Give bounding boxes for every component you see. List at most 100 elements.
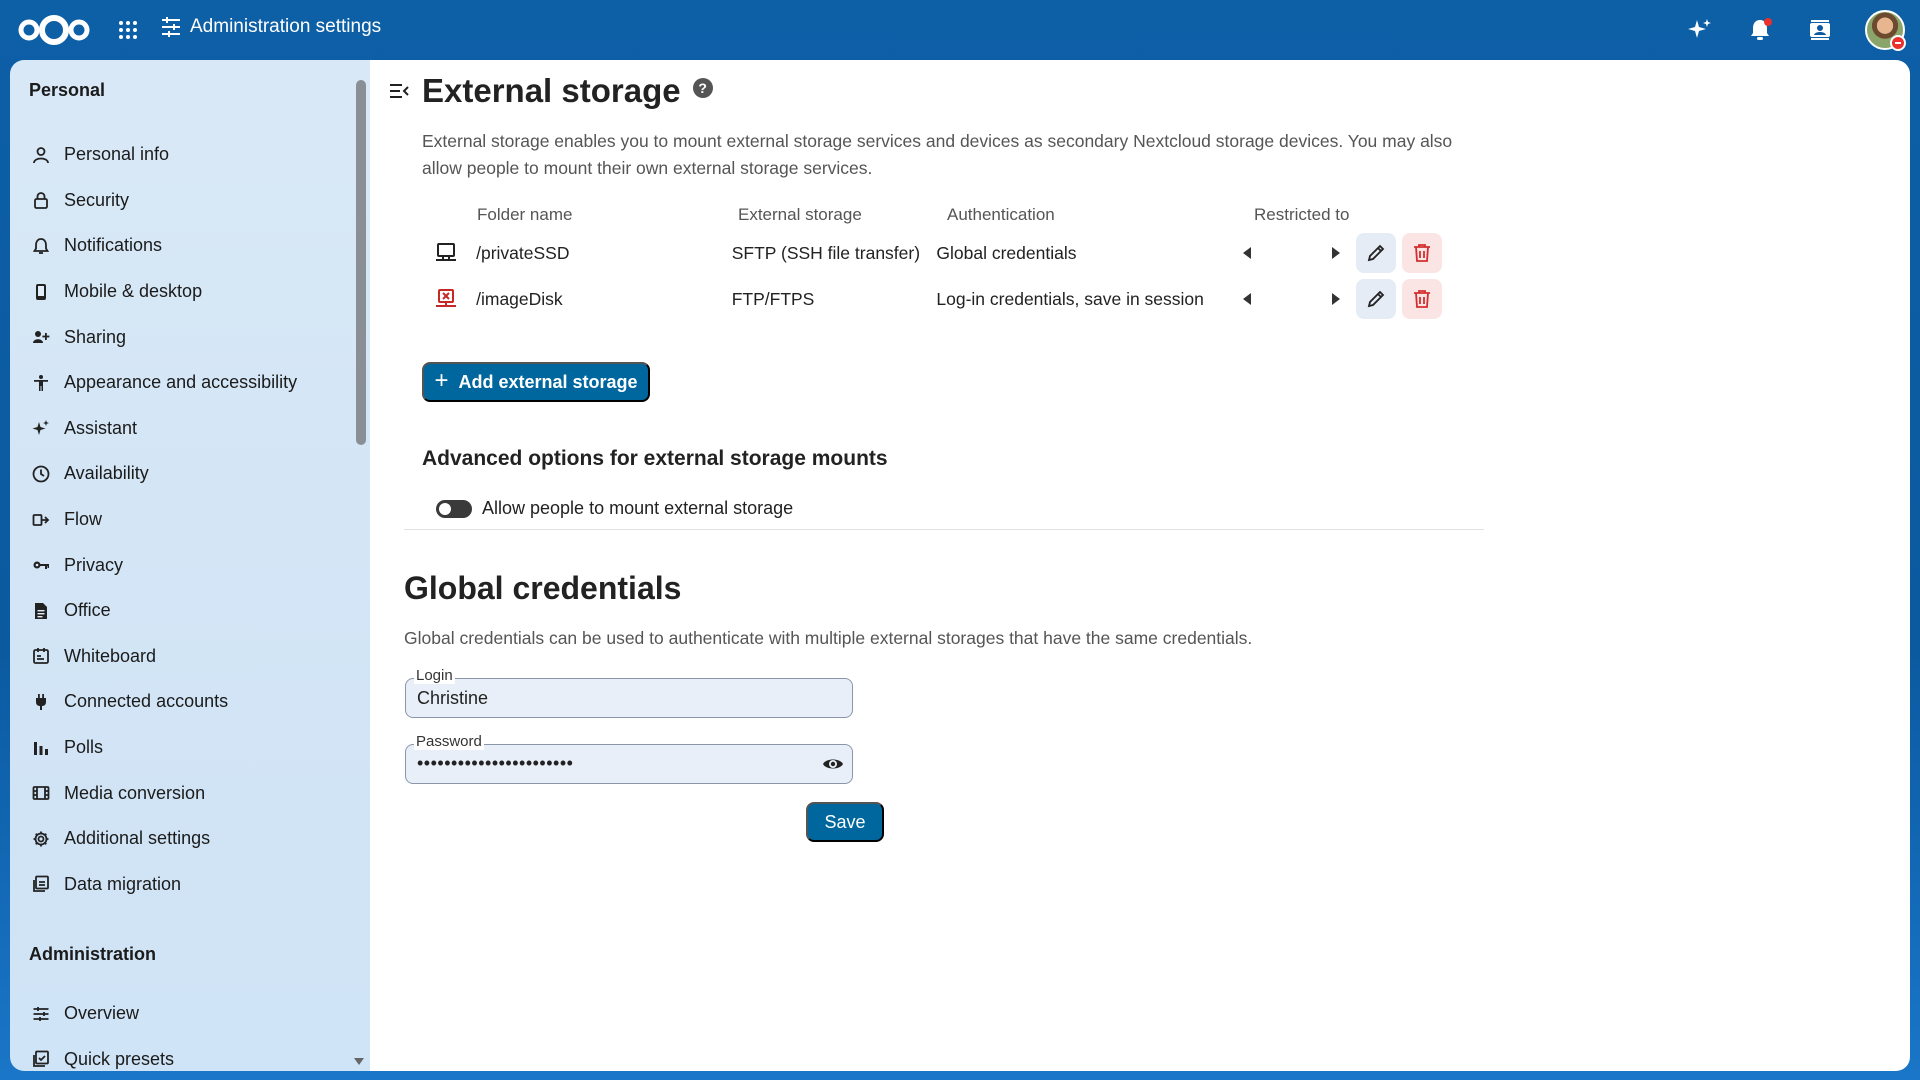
triangle-right-icon[interactable] <box>1331 293 1340 305</box>
login-label: Login <box>414 667 455 684</box>
edit-button[interactable] <box>1355 233 1396 273</box>
password-field[interactable]: Password ••••••••••••••••••••••• <box>405 734 853 784</box>
nextcloud-logo[interactable] <box>16 12 92 48</box>
apps-grid-icon[interactable] <box>118 20 138 40</box>
sidebar-item-assistant[interactable]: Assistant <box>20 406 350 452</box>
sidebar-item-additional-settings[interactable]: Additional settings <box>20 816 350 862</box>
sidebar-item-label: Office <box>64 600 111 621</box>
scroll-down-arrow[interactable] <box>354 1058 364 1065</box>
assistant-sparkle-icon <box>1688 19 1711 38</box>
sidebar-item-mobile-desktop[interactable]: Mobile & desktop <box>20 269 350 315</box>
sidebar-item-label: Additional settings <box>64 828 211 849</box>
sidebar-item-label: Mobile & desktop <box>64 281 203 302</box>
lock-icon <box>32 191 50 210</box>
sidebar-item-personal-info[interactable]: Personal info <box>20 132 350 178</box>
advanced-options-heading: Advanced options for external storage mo… <box>422 447 888 470</box>
settings-sidebar: Personal Personal info Security Notifica… <box>10 60 370 1071</box>
sidebar-item-availability[interactable]: Availability <box>20 451 350 497</box>
assistant-button[interactable] <box>1670 0 1730 60</box>
add-external-storage-label: Add external storage <box>458 371 638 392</box>
whiteboard-icon <box>32 647 50 665</box>
sidebar-item-security[interactable]: Security <box>20 178 350 224</box>
presets-icon <box>32 1050 50 1068</box>
bell-icon <box>32 237 50 255</box>
allow-mount-label: Allow people to mount external storage <box>482 498 794 518</box>
sidebar-item-appearance[interactable]: Appearance and accessibility <box>20 360 350 406</box>
clock-icon <box>32 465 50 483</box>
user-menu-button[interactable] <box>1850 0 1920 60</box>
sidebar-item-office[interactable]: Office <box>20 588 350 634</box>
header-app-link[interactable]: Administration settings <box>160 16 381 38</box>
contacts-icon <box>1810 20 1830 40</box>
film-icon <box>32 784 50 802</box>
restricted-to-cell[interactable] <box>1237 247 1356 259</box>
restricted-to-cell[interactable] <box>1237 293 1356 305</box>
table-row: /imageDisk FTP/FTPS Log-in credentials, … <box>422 276 1442 322</box>
sidebar-heading-personal: Personal <box>29 80 106 100</box>
save-button[interactable]: Save <box>806 802 884 842</box>
status-dnd-badge <box>1890 35 1906 51</box>
sidebar-item-connected-accounts[interactable]: Connected accounts <box>20 679 350 725</box>
sidebar-scrollbar[interactable] <box>356 80 366 445</box>
password-label: Password <box>414 733 484 750</box>
external-storage-cell: FTP/FTPS <box>731 288 815 309</box>
edit-button[interactable] <box>1355 279 1396 319</box>
gear-icon <box>32 830 50 848</box>
sidebar-item-label: Security <box>64 189 130 210</box>
sidebar-item-overview[interactable]: Overview <box>20 991 350 1037</box>
notifications-button[interactable] <box>1730 0 1790 60</box>
sidebar-item-privacy[interactable]: Privacy <box>20 542 350 588</box>
sidebar-item-label: Media conversion <box>64 782 206 803</box>
sidebar-item-label: Appearance and accessibility <box>64 372 298 393</box>
add-external-storage-button[interactable]: + Add external storage <box>422 362 650 402</box>
folder-name-cell[interactable]: /imageDisk <box>476 289 732 310</box>
col-external-storage: External storage <box>738 205 862 224</box>
sidebar-item-data-migration[interactable]: Data migration <box>20 862 350 908</box>
delete-button[interactable] <box>1401 279 1442 319</box>
sidebar-item-label: Whiteboard <box>64 645 157 666</box>
section-divider <box>404 529 1484 530</box>
phone-icon <box>32 283 50 301</box>
password-input[interactable]: ••••••••••••••••••••••• <box>417 753 817 774</box>
sidebar-item-flow[interactable]: Flow <box>20 497 350 543</box>
triangle-left-icon[interactable] <box>1243 247 1252 259</box>
allow-mount-toggle-row[interactable]: Allow people to mount external storage <box>436 498 793 519</box>
triangle-right-icon[interactable] <box>1331 247 1340 259</box>
sidebar-item-label: Availability <box>64 463 149 484</box>
triangle-left-icon[interactable] <box>1243 293 1252 305</box>
sidebar-item-sharing[interactable]: Sharing <box>20 314 350 360</box>
trash-icon <box>1413 290 1430 308</box>
sidebar-item-label: Notifications <box>64 235 163 256</box>
login-input[interactable]: Christine <box>417 688 817 709</box>
top-header: Administration settings <box>0 0 1920 60</box>
delete-button[interactable] <box>1401 233 1442 273</box>
toggle-navigation-icon[interactable] <box>388 80 410 102</box>
col-authentication: Authentication <box>947 205 1055 224</box>
external-storage-cell: SFTP (SSH file transfer) <box>731 242 921 263</box>
global-credentials-heading: Global credentials <box>404 570 682 606</box>
sidebar-item-quick-presets[interactable]: Quick presets <box>20 1037 350 1071</box>
polls-icon <box>32 739 50 757</box>
sidebar-item-label: Sharing <box>64 326 127 347</box>
eye-icon[interactable] <box>822 755 844 773</box>
sidebar-admin-list: Overview Quick presets <box>20 991 350 1071</box>
sidebar-item-label: Personal info <box>64 144 170 165</box>
allow-mount-toggle[interactable] <box>436 499 472 518</box>
sidebar-item-label: Overview <box>64 1003 140 1024</box>
main-content: External storage ? External storage enab… <box>370 60 1910 1071</box>
monitor-error-icon <box>436 289 456 307</box>
sidebar-item-whiteboard[interactable]: Whiteboard <box>20 634 350 680</box>
sidebar-item-media-conversion[interactable]: Media conversion <box>20 770 350 816</box>
help-icon[interactable]: ? <box>692 78 713 98</box>
status-cell <box>422 242 476 264</box>
table-header-row: Folder name External storage Authenticat… <box>422 200 1442 230</box>
sidebar-item-label: Privacy <box>64 554 124 575</box>
login-field[interactable]: Login Christine <box>405 668 853 718</box>
page-title: External storage <box>422 72 681 109</box>
sidebar-item-label: Flow <box>64 509 103 530</box>
contacts-button[interactable] <box>1790 0 1850 60</box>
sidebar-item-notifications[interactable]: Notifications <box>20 223 350 269</box>
folder-name-cell[interactable]: /privateSSD <box>476 243 732 264</box>
sidebar-item-polls[interactable]: Polls <box>20 725 350 771</box>
sidebar-item-label: Polls <box>64 737 104 758</box>
